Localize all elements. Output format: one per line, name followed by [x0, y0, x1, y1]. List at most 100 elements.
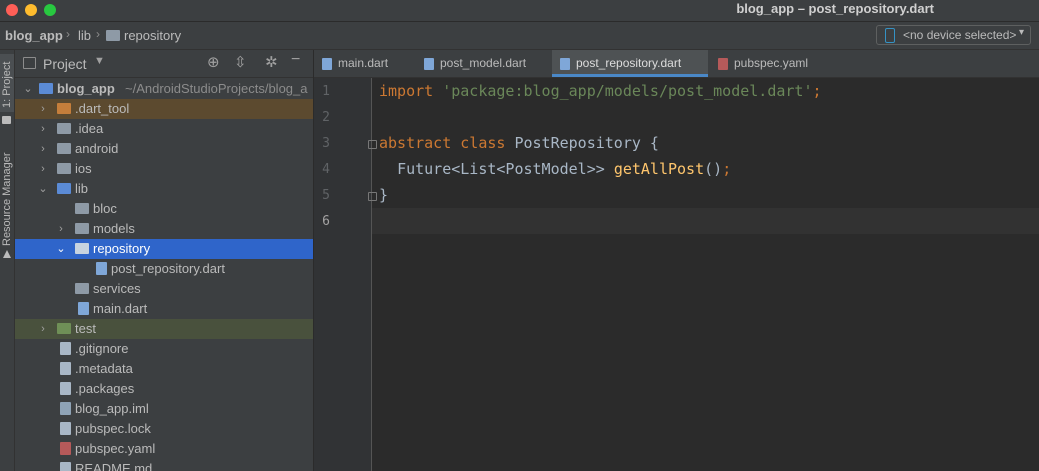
breadcrumb-separator: › — [96, 27, 100, 41]
code-editor[interactable]: 1 2 3 4 5 6 import 'package:blog_app/mod… — [314, 78, 1039, 471]
code-line-3: abstract class PostRepository { — [379, 134, 659, 152]
folder-icon — [57, 163, 71, 174]
resource-manager-icon — [3, 250, 11, 258]
yaml-file-icon — [718, 58, 728, 70]
tree-item-label: README.md — [75, 461, 153, 471]
tab-post-model-dart[interactable]: post_model.dart — [416, 50, 550, 77]
tree-item-test[interactable]: › test — [15, 319, 313, 339]
code-line-4: Future<List<PostModel>> getAllPost(); — [397, 160, 732, 178]
project-panel: Project ▼ ⊕ ⇳ ✲ − ⌄ blog_app ~/AndroidSt… — [15, 50, 314, 471]
code-line-1: import 'package:blog_app/models/post_mod… — [379, 82, 822, 100]
chevron-right-icon[interactable]: › — [38, 159, 48, 179]
tree-item-packages[interactable]: .packages — [15, 379, 313, 399]
tree-item-main-dart[interactable]: main.dart — [15, 299, 313, 319]
left-tool-strip: 1: Project Resource Manager — [0, 50, 15, 471]
tree-item-android[interactable]: › android — [15, 139, 313, 159]
tree-item-gitignore[interactable]: .gitignore — [15, 339, 313, 359]
locate-icon[interactable]: ⊕ — [207, 53, 220, 71]
tree-item-dart-tool[interactable]: › .dart_tool — [15, 99, 313, 119]
fold-icon[interactable] — [368, 192, 377, 201]
tree-item-label: post_repository.dart — [111, 261, 225, 276]
folder-icon — [57, 143, 71, 154]
tree-item-label: lib — [75, 181, 89, 196]
folder-icon — [75, 283, 89, 294]
breadcrumb-repository[interactable]: repository — [124, 28, 181, 43]
tree-item-label: .idea — [75, 121, 104, 136]
tree-item-label: test — [75, 321, 96, 336]
tree-item-label: .packages — [75, 381, 135, 396]
tree-item-ios[interactable]: › ios — [15, 159, 313, 179]
tree-item-metadata[interactable]: .metadata — [15, 359, 313, 379]
device-select-value: <no device selected> — [903, 28, 1017, 42]
chevron-right-icon[interactable]: › — [56, 219, 66, 239]
breadcrumb-lib[interactable]: lib — [78, 28, 91, 43]
tree-item-label: bloc — [93, 201, 117, 216]
tree-item-label: repository — [93, 241, 151, 256]
navigation-bar: blog_app › lib › repository <no device s… — [0, 22, 1039, 50]
editor-tab-bar: main.dart post_model.dart post_repositor… — [314, 50, 1039, 78]
tree-item-post-repository-dart[interactable]: post_repository.dart — [15, 259, 313, 279]
project-view-select[interactable]: Project — [43, 56, 87, 72]
project-view-icon — [23, 57, 36, 69]
project-tool-tab[interactable]: 1: Project — [0, 54, 14, 112]
chevron-down-icon[interactable]: ▼ — [94, 55, 105, 67]
tab-pubspec-yaml[interactable]: pubspec.yaml — [710, 50, 824, 77]
breadcrumb-separator: › — [66, 27, 70, 41]
yaml-file-icon — [60, 442, 71, 455]
tree-item-readme[interactable]: README.md — [15, 459, 313, 471]
fold-icon[interactable] — [368, 140, 377, 149]
tree-item-bloc[interactable]: bloc — [15, 199, 313, 219]
line-number: 4 — [322, 162, 330, 177]
collapse-all-icon[interactable]: ⇳ — [234, 53, 247, 71]
tree-item-blog-app-iml[interactable]: blog_app.iml — [15, 399, 313, 419]
chevron-down-icon[interactable]: ⌄ — [23, 79, 33, 99]
breadcrumb-project[interactable]: blog_app — [5, 28, 63, 43]
chevron-right-icon[interactable]: › — [38, 139, 48, 159]
line-number: 2 — [322, 110, 330, 125]
tree-item-label: .metadata — [75, 361, 133, 376]
tree-item-label: models — [93, 221, 135, 236]
tree-item-label: android — [75, 141, 119, 156]
line-number: 6 — [322, 214, 330, 229]
tree-item-services[interactable]: services — [15, 279, 313, 299]
tree-item-models[interactable]: › models — [15, 219, 313, 239]
tab-post-repository-dart[interactable]: post_repository.dart — [552, 50, 708, 77]
file-icon — [60, 362, 71, 375]
file-icon — [60, 342, 71, 355]
tree-item-lib[interactable]: ⌄ lib — [15, 179, 313, 199]
chevron-down-icon[interactable]: ⌄ — [56, 239, 66, 259]
tree-item-label: pubspec.lock — [75, 421, 151, 436]
code-line-5: } — [379, 186, 389, 204]
dart-file-icon — [424, 58, 434, 70]
tree-item-repository[interactable]: ⌄ repository — [15, 239, 313, 259]
folder-icon — [57, 183, 71, 194]
device-select[interactable]: <no device selected> ▾ — [876, 25, 1031, 45]
folder-icon — [57, 123, 71, 134]
chevron-right-icon[interactable]: › — [38, 99, 48, 119]
file-icon — [60, 422, 71, 435]
chevron-right-icon[interactable]: › — [38, 319, 48, 339]
current-line-highlight — [314, 208, 1039, 234]
flutter-project-icon — [39, 83, 53, 94]
folder-icon — [2, 116, 11, 124]
test-folder-icon — [57, 323, 71, 334]
tree-root[interactable]: ⌄ blog_app ~/AndroidStudioProjects/blog_… — [15, 79, 313, 99]
dart-file-icon — [96, 262, 107, 275]
tree-item-label: .gitignore — [75, 341, 129, 356]
tree-item-idea[interactable]: › .idea — [15, 119, 313, 139]
tree-item-pubspec-lock[interactable]: pubspec.lock — [15, 419, 313, 439]
window-title: blog_app – post_repository.dart — [736, 1, 934, 16]
gear-icon[interactable]: ✲ — [265, 53, 278, 71]
chevron-right-icon[interactable]: › — [38, 119, 48, 139]
chevron-down-icon[interactable]: ⌄ — [38, 179, 48, 199]
tab-main-dart[interactable]: main.dart — [314, 50, 414, 77]
dart-file-icon — [78, 302, 89, 315]
tree-item-label: .dart_tool — [75, 101, 130, 116]
folder-icon — [75, 243, 89, 254]
resource-manager-tab[interactable]: Resource Manager — [0, 148, 14, 248]
folder-icon — [75, 203, 89, 214]
project-panel-header: Project ▼ ⊕ ⇳ ✲ − — [15, 50, 313, 78]
hide-panel-icon[interactable]: − — [291, 51, 300, 69]
phone-icon — [885, 28, 895, 43]
tree-item-pubspec-yaml[interactable]: pubspec.yaml — [15, 439, 313, 459]
